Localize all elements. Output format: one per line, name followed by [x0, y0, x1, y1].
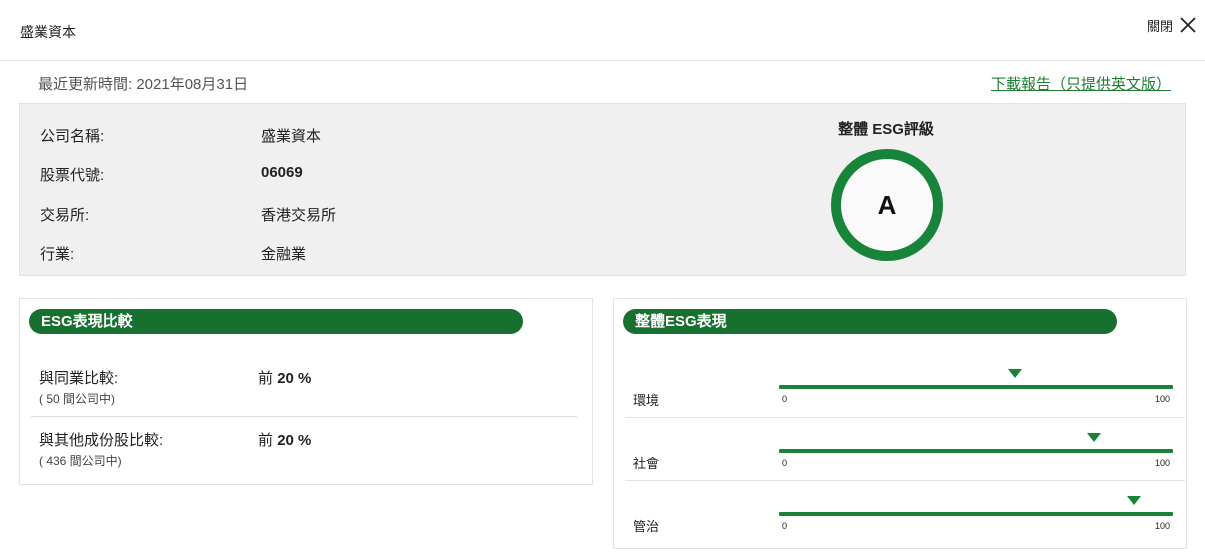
- close-button[interactable]: 關閉: [1147, 14, 1199, 36]
- close-label: 關閉: [1146, 18, 1173, 34]
- industry-value: 金融業: [261, 246, 307, 263]
- download-report-link[interactable]: 下載報告（只提供英文版）: [991, 73, 1171, 94]
- governance-scale-max: 100: [1155, 521, 1171, 531]
- peer-comparison-percent: 20 %: [277, 370, 312, 387]
- environment-scale-min: 0: [782, 394, 788, 404]
- social-score-marker: [1087, 433, 1102, 442]
- environment-score-marker: [1008, 369, 1023, 378]
- comparison-heading: ESG表現比較: [29, 309, 523, 334]
- performance-heading: 整體ESG表現: [623, 309, 1117, 334]
- constituent-comparison-count: ( 436 間公司中): [39, 454, 122, 468]
- constituent-comparison-percent: 20 %: [277, 432, 312, 449]
- industry-label: 行業:: [40, 246, 75, 263]
- governance-scale-min: 0: [782, 521, 788, 531]
- stock-code-label: 股票代號:: [40, 167, 105, 184]
- peer-comparison-prefix: 前: [258, 370, 274, 387]
- peer-comparison-label: 與同業比較:: [39, 370, 119, 387]
- company-name-label: 公司名稱:: [40, 128, 105, 145]
- last-updated: 最近更新時間: 2021年08月31日: [38, 76, 249, 93]
- performance-divider: [625, 480, 1185, 481]
- peer-comparison-value: 前 20 %: [258, 367, 311, 388]
- app-title: 盛業資本: [20, 24, 76, 40]
- environment-label: 環境: [633, 393, 660, 408]
- performance-divider: [625, 417, 1185, 418]
- close-icon: [1180, 17, 1196, 33]
- social-scale-min: 0: [782, 458, 788, 468]
- social-scale-max: 100: [1155, 458, 1171, 468]
- title-bar: 盛業資本 關閉: [0, 0, 1205, 61]
- exchange-value: 香港交易所: [261, 207, 337, 224]
- governance-track: [779, 512, 1173, 516]
- constituent-comparison-prefix: 前: [258, 432, 274, 449]
- exchange-label: 交易所:: [40, 207, 90, 224]
- rating-ring: A: [831, 149, 943, 261]
- governance-score-marker: [1126, 496, 1141, 505]
- rating-grade: A: [877, 189, 897, 220]
- social-label: 社會: [633, 456, 660, 471]
- environment-scale-max: 100: [1155, 394, 1171, 404]
- comparison-card: ESG表現比較 與同業比較: ( 50 間公司中) 前 20 % 與其他成份股比…: [19, 298, 593, 485]
- overall-rating-title: 整體 ESG評級: [838, 121, 934, 138]
- governance-label: 管治: [633, 519, 660, 534]
- social-track: [779, 449, 1173, 453]
- constituent-comparison-label: 與其他成份股比較:: [39, 432, 164, 449]
- peer-comparison-count: ( 50 間公司中): [39, 392, 116, 406]
- company-info-panel: 公司名稱: 盛業資本 股票代號: 06069 交易所: 香港交易所 行業: 金融…: [19, 103, 1186, 276]
- environment-track: [779, 385, 1173, 389]
- stock-code-value: 06069: [261, 164, 303, 181]
- constituent-comparison-value: 前 20 %: [258, 429, 311, 450]
- comparison-divider: [31, 416, 577, 417]
- company-name-value: 盛業資本: [261, 128, 322, 145]
- performance-card: 整體ESG表現 0 100 環境 0 100 社會 0 100 管治: [613, 298, 1187, 549]
